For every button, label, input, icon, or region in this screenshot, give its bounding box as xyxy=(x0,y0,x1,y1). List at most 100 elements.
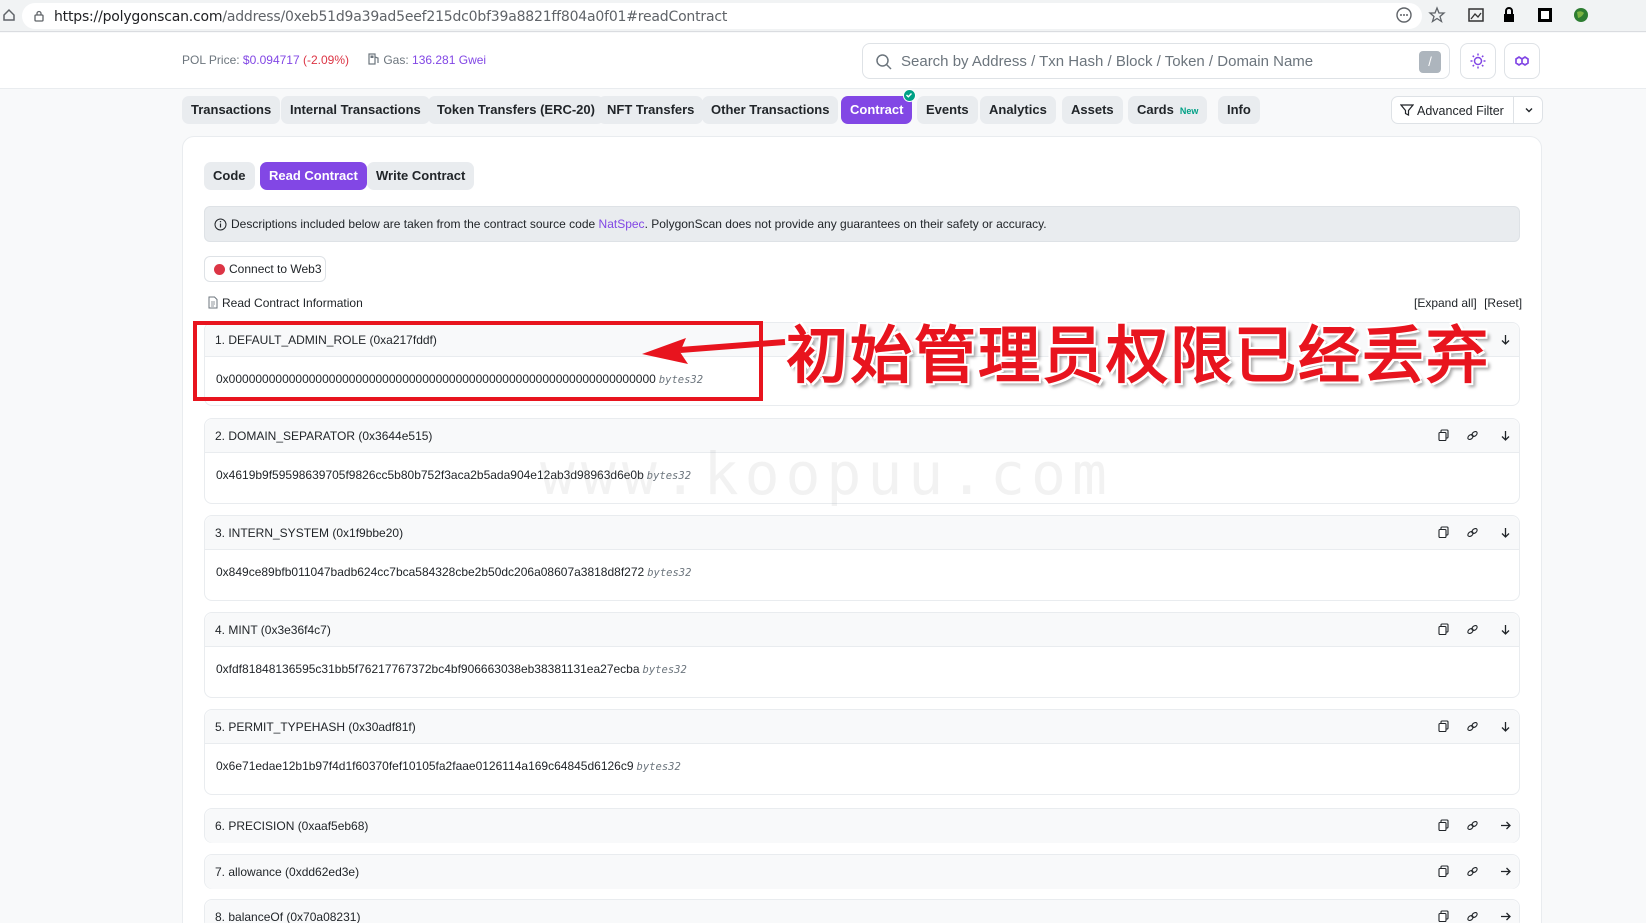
arrow-down-icon[interactable] xyxy=(1499,333,1512,346)
function-header[interactable]: 5. PERMIT_TYPEHASH (0x30adf81f) xyxy=(205,710,1519,744)
subtab-write-contract[interactable]: Write Contract xyxy=(367,162,475,190)
copy-icon[interactable] xyxy=(1437,910,1450,923)
link-icon[interactable] xyxy=(1466,720,1479,733)
subtab-label: Write Contract xyxy=(376,168,466,183)
price-value[interactable]: $0.094717 xyxy=(243,53,300,67)
tab-label: Other Transactions xyxy=(711,102,830,117)
url-host: https://polygonscan.com xyxy=(54,9,223,25)
result-value: 0x849ce89bfb011047badb624cc7bca584328cbe… xyxy=(216,565,645,579)
tab-contract[interactable]: Contract xyxy=(841,89,917,124)
theme-toggle-button[interactable] xyxy=(1460,43,1496,79)
tab-nft-transfers[interactable]: NFT Transfers xyxy=(598,96,704,124)
function-row: 3. INTERN_SYSTEM (0x1f9bbe20) 0x849ce89b… xyxy=(204,515,1520,601)
copy-icon[interactable] xyxy=(1437,865,1450,878)
read-contract-info: Read Contract Information xyxy=(208,296,363,310)
link-icon[interactable] xyxy=(1466,429,1479,442)
copy-icon[interactable] xyxy=(1437,526,1450,539)
tab-other-transactions[interactable]: Other Transactions xyxy=(702,96,839,124)
read-info-label: Read Contract Information xyxy=(222,296,363,310)
tab-internal-transactions[interactable]: Internal Transactions xyxy=(281,96,430,124)
price-label: POL Price: xyxy=(182,53,240,67)
tab-label: Token Transfers (ERC-20) xyxy=(437,102,595,117)
tab-label: Cards xyxy=(1137,102,1174,117)
advanced-filter-button[interactable]: Advanced Filter xyxy=(1391,96,1543,124)
arrow-right-icon[interactable] xyxy=(1499,910,1512,923)
extension-lock-icon[interactable] xyxy=(1500,6,1518,24)
gas-label: Gas: xyxy=(383,53,409,67)
function-title: 6. PRECISION (0xaaf5eb68) xyxy=(215,819,369,833)
info-icon xyxy=(214,218,227,231)
reader-icon[interactable] xyxy=(1395,6,1413,24)
watermark: www.koopuu.com xyxy=(540,440,1113,508)
function-row: 5. PERMIT_TYPEHASH (0x30adf81f) 0x6e71ed… xyxy=(204,709,1520,795)
tab-token-transfers[interactable]: Token Transfers (ERC-20) xyxy=(428,96,604,124)
disconnected-status-dot xyxy=(214,264,225,275)
result-type: bytes32 xyxy=(647,567,692,579)
tab-label: Transactions xyxy=(191,102,272,117)
url-text: https://polygonscan.com/address/0xeb51d9… xyxy=(54,9,727,25)
tab-cards[interactable]: Cards New xyxy=(1128,96,1208,124)
link-icon[interactable] xyxy=(1466,865,1479,878)
tab-analytics[interactable]: Analytics xyxy=(980,96,1056,124)
arrow-right-icon[interactable] xyxy=(1499,865,1512,878)
arrow-down-icon[interactable] xyxy=(1499,526,1512,539)
link-icon[interactable] xyxy=(1466,623,1479,636)
document-icon xyxy=(208,296,218,309)
polygon-logo-icon xyxy=(1515,55,1529,67)
tab-label: Assets xyxy=(1071,102,1114,117)
connect-web3-button[interactable]: Connect to Web3 xyxy=(204,256,326,282)
search-input[interactable]: Search by Address / Txn Hash / Block / T… xyxy=(862,43,1450,79)
function-header[interactable]: 3. INTERN_SYSTEM (0x1f9bbe20) xyxy=(205,516,1519,550)
url-path: /address/0xeb51d9a39ad5eef215dc0bf39a882… xyxy=(222,9,728,25)
function-row: 8. balanceOf (0x70a08231) xyxy=(204,899,1520,923)
extension-globe-icon[interactable] xyxy=(1572,6,1590,24)
arrow-down-icon[interactable] xyxy=(1499,429,1512,442)
verified-check-icon xyxy=(903,89,917,102)
tab-assets[interactable]: Assets xyxy=(1062,96,1123,124)
subtab-code[interactable]: Code xyxy=(204,162,255,190)
browser-toolbar: https://polygonscan.com/address/0xeb51d9… xyxy=(0,0,1646,32)
tab-label: Internal Transactions xyxy=(290,102,421,117)
subtab-read-contract[interactable]: Read Contract xyxy=(260,162,367,190)
arrow-down-icon[interactable] xyxy=(1499,623,1512,636)
polygon-network-button[interactable] xyxy=(1504,43,1540,79)
natspec-notice: Descriptions included below are taken fr… xyxy=(204,206,1520,242)
copy-icon[interactable] xyxy=(1437,819,1450,832)
arrow-right-icon[interactable] xyxy=(1499,819,1512,832)
search-placeholder: Search by Address / Txn Hash / Block / T… xyxy=(901,53,1314,70)
copy-icon[interactable] xyxy=(1437,429,1450,442)
chevron-down-icon[interactable] xyxy=(1523,104,1535,116)
gas-value[interactable]: 136.281 Gwei xyxy=(412,53,486,67)
function-header[interactable]: 6. PRECISION (0xaaf5eb68) xyxy=(205,809,1519,843)
tab-transactions[interactable]: Transactions xyxy=(182,96,281,124)
function-title: 3. INTERN_SYSTEM (0x1f9bbe20) xyxy=(215,526,404,540)
link-icon[interactable] xyxy=(1466,819,1479,832)
function-row: 4. MINT (0x3e36f4c7) 0xfdf81848136595c31… xyxy=(204,612,1520,698)
function-row: 7. allowance (0xdd62ed3e) xyxy=(204,854,1520,889)
function-result: 0x849ce89bfb011047badb624cc7bca584328cbe… xyxy=(216,565,691,579)
extension-image-icon[interactable] xyxy=(1467,6,1485,24)
tab-label: Info xyxy=(1227,102,1251,117)
function-header[interactable]: 4. MINT (0x3e36f4c7) xyxy=(205,613,1519,647)
function-title: 7. allowance (0xdd62ed3e) xyxy=(215,865,360,879)
tab-info[interactable]: Info xyxy=(1218,96,1260,124)
function-header[interactable]: 7. allowance (0xdd62ed3e) xyxy=(205,855,1519,889)
tab-events[interactable]: Events xyxy=(917,96,978,124)
site-info-icon[interactable] xyxy=(32,9,46,23)
site-header: POL Price: $0.094717 (-2.09%) Gas: 136.2… xyxy=(0,33,1646,89)
extension-square-icon[interactable] xyxy=(1536,6,1554,24)
notice-text-after: . PolygonScan does not provide any guara… xyxy=(644,217,1047,231)
notice-text: Descriptions included below are taken fr… xyxy=(231,217,599,231)
function-result: 0xfdf81848136595c31bb5f76217767372bc4bf9… xyxy=(216,662,687,676)
annotation-arrow-icon xyxy=(642,338,786,364)
natspec-link[interactable]: NatSpec xyxy=(599,217,645,231)
copy-icon[interactable] xyxy=(1437,720,1450,733)
star-icon[interactable] xyxy=(1428,6,1446,24)
function-header[interactable]: 8. balanceOf (0x70a08231) xyxy=(205,900,1519,923)
link-icon[interactable] xyxy=(1466,910,1479,923)
home-icon[interactable] xyxy=(2,8,16,22)
address-bar[interactable]: https://polygonscan.com/address/0xeb51d9… xyxy=(22,3,1422,29)
copy-icon[interactable] xyxy=(1437,623,1450,636)
link-icon[interactable] xyxy=(1466,526,1479,539)
arrow-down-icon[interactable] xyxy=(1499,720,1512,733)
